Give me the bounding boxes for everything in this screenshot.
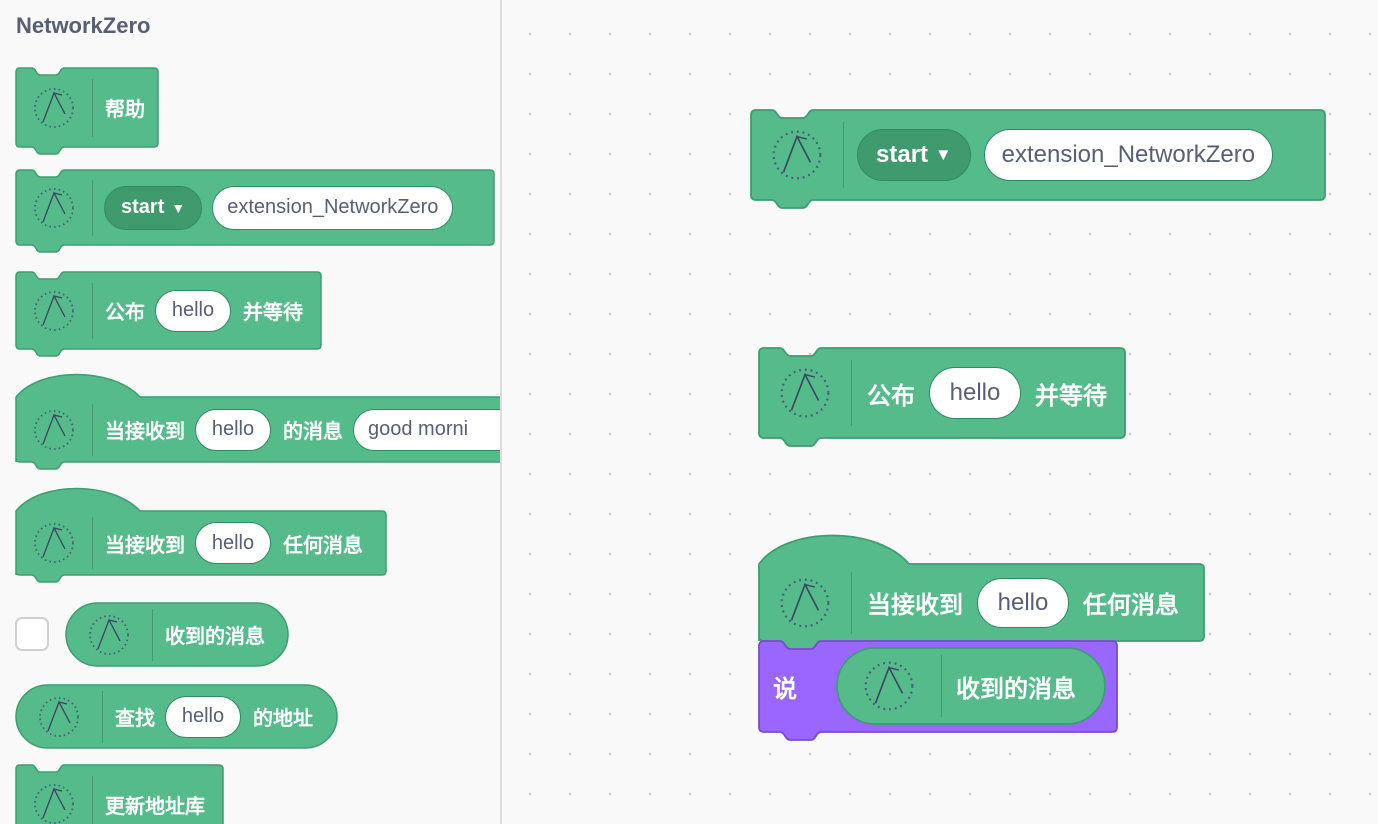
networkzero-wifi-icon: [16, 68, 92, 147]
reporter-label: 收到的消息: [165, 626, 265, 648]
topic-input[interactable]: hello: [929, 367, 1021, 419]
networkzero-wifi-icon: [16, 272, 92, 349]
networkzero-wifi-icon: [751, 110, 843, 200]
start-dropdown[interactable]: start ▼: [857, 129, 971, 181]
dropdown-value: start: [876, 141, 929, 168]
networkzero-wifi-icon: [759, 564, 851, 641]
address-label: 的地址: [253, 708, 313, 730]
start-dropdown[interactable]: start ▼: [104, 185, 203, 230]
icon-separator: [92, 403, 93, 456]
monitor-checkbox[interactable]: [15, 617, 49, 651]
dropdown-value: start: [121, 196, 165, 218]
networkzero-wifi-icon: [66, 603, 152, 666]
networkzero-wifi-icon: [16, 511, 92, 575]
icon-separator: [92, 517, 93, 569]
message-input[interactable]: good morni: [353, 408, 500, 451]
wait-label: 并等待: [1035, 382, 1107, 410]
icon-separator: [843, 122, 844, 188]
icon-separator: [941, 655, 942, 717]
networkzero-wifi-icon: [16, 765, 92, 824]
wait-label: 并等待: [243, 302, 303, 324]
say-label: 说: [773, 676, 797, 703]
icon-separator: [851, 360, 852, 426]
category-title: NetworkZero: [16, 13, 151, 38]
find-label: 查找: [115, 708, 155, 730]
icon-separator: [152, 608, 153, 661]
any-message-label: 任何消息: [283, 534, 363, 557]
icon-separator: [92, 179, 93, 236]
when-receive-label: 当接收到: [105, 534, 185, 557]
topic-input[interactable]: hello: [195, 408, 271, 451]
topic-input[interactable]: hello: [165, 695, 241, 738]
publish-label: 公布: [105, 302, 145, 324]
networkzero-wifi-icon: [16, 397, 92, 462]
networkzero-wifi-icon: [837, 648, 941, 724]
reporter-label: 收到的消息: [956, 675, 1076, 703]
when-receive-label: 当接收到: [105, 421, 185, 443]
icon-separator: [92, 78, 93, 137]
icon-separator: [102, 690, 103, 743]
any-message-label: 任何消息: [1083, 592, 1179, 619]
topic-input[interactable]: hello: [155, 289, 231, 332]
caret-down-icon: ▼: [935, 145, 952, 164]
when-receive-label: 当接收到: [867, 592, 963, 619]
publish-label: 公布: [867, 382, 915, 410]
icon-separator: [851, 571, 852, 634]
topic-input[interactable]: hello: [977, 577, 1069, 628]
update-label: 更新地址库: [105, 795, 205, 818]
extension-name-input[interactable]: extension_NetworkZero: [212, 185, 454, 230]
caret-down-icon: ▼: [171, 199, 186, 216]
networkzero-wifi-icon: [16, 170, 92, 245]
icon-separator: [92, 776, 93, 824]
script-workspace[interactable]: start ▼ extension_NetworkZero 公布 hello 并等…: [502, 0, 1378, 824]
block-label: 帮助: [105, 99, 145, 121]
networkzero-wifi-icon: [16, 685, 102, 748]
block-palette: NetworkZero 帮助 start ▼ extension_NetworkZ…: [0, 0, 500, 824]
topic-input[interactable]: hello: [195, 522, 271, 564]
extension-name-input[interactable]: extension_NetworkZero: [983, 129, 1274, 181]
message-label: 的消息: [283, 421, 343, 443]
networkzero-wifi-icon: [759, 348, 851, 438]
icon-separator: [92, 282, 93, 339]
